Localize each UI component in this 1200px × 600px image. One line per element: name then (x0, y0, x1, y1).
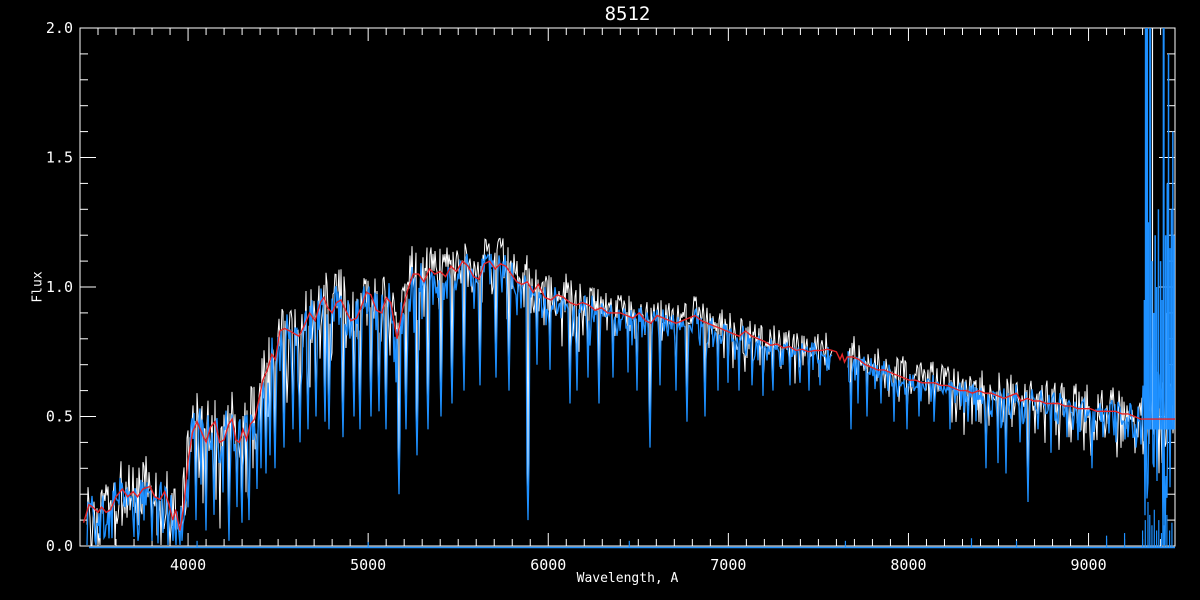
y-tick-label: 1.5 (46, 149, 73, 167)
spectrum-polyline (86, 253, 833, 546)
spectrum-plot-window: 4000 5000 6000 7000 8000 9000 0.0 0.5 1.0 1.5 2.0 … (0, 0, 1200, 600)
y-axis-ticks (80, 27, 1175, 547)
y-tick-label: 0.0 (46, 537, 73, 555)
spectrum-polyline (86, 237, 833, 546)
chart-title: 8512 (604, 3, 651, 25)
y-tick-label: 2.0 (46, 19, 73, 37)
plot-border (79, 27, 1176, 547)
y-axis-label: Flux (30, 271, 46, 303)
spectrum-chart-canvas: 4000 5000 6000 7000 8000 90000.00.51.01.52.0 (46, 19, 1176, 574)
x-axis-label: Wavelength, A (576, 571, 679, 586)
y-tick-label: 0.5 (46, 408, 73, 426)
y-tick-label: 1.0 (46, 278, 73, 296)
